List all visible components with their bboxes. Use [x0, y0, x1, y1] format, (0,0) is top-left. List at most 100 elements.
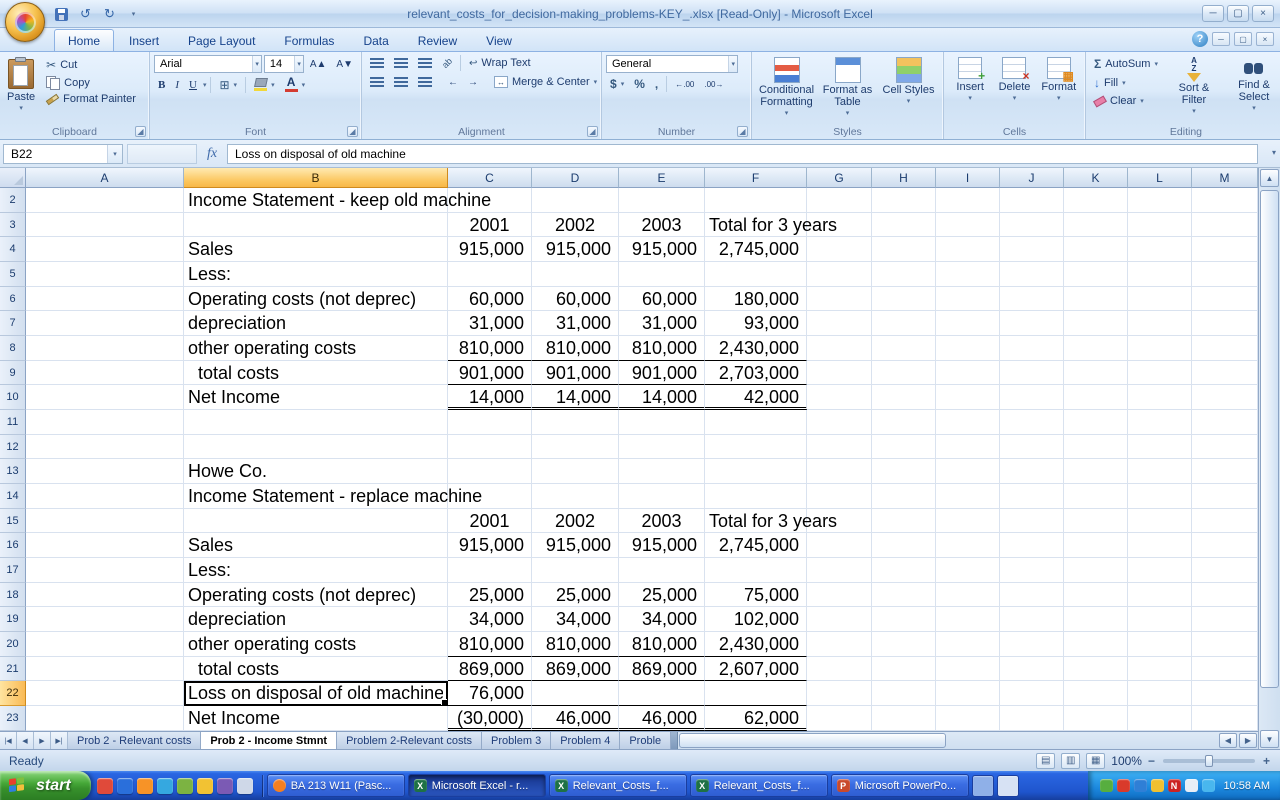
cell-B18[interactable]: Operating costs (not deprec) [184, 583, 448, 608]
cell-I11[interactable] [936, 410, 1000, 435]
cell-I15[interactable] [936, 509, 1000, 534]
cell-K13[interactable] [1064, 459, 1128, 484]
cell-E12[interactable] [619, 435, 705, 460]
minimize-button[interactable]: ─ [1202, 5, 1224, 22]
cell-C11[interactable] [448, 410, 532, 435]
cell-F23[interactable]: 62,000 [705, 706, 807, 731]
quick-launch-icon-6[interactable] [197, 778, 213, 794]
cell-D21[interactable]: 869,000 [532, 657, 619, 682]
cell-H16[interactable] [872, 533, 936, 558]
cell-I23[interactable] [936, 706, 1000, 731]
cell-I8[interactable] [936, 336, 1000, 361]
cell-C19[interactable]: 34,000 [448, 607, 532, 632]
tray-icon-3[interactable] [1134, 779, 1147, 792]
workbook-restore-button[interactable]: ▢ [1234, 32, 1252, 46]
row-header-15[interactable]: 15 [0, 509, 26, 534]
cell-B9[interactable]: total costs [184, 361, 448, 386]
cell-F12[interactable] [705, 435, 807, 460]
cell-I19[interactable] [936, 607, 1000, 632]
increase-indent-button[interactable]: → [464, 76, 482, 89]
cell-E10[interactable]: 14,000 [619, 385, 705, 410]
cell-D8[interactable]: 810,000 [532, 336, 619, 361]
cell-A8[interactable] [26, 336, 184, 361]
cell-M10[interactable] [1192, 385, 1258, 410]
cell-H7[interactable] [872, 311, 936, 336]
cell-D5[interactable] [532, 262, 619, 287]
borders-button[interactable]: ⊞▾ [215, 77, 241, 93]
quick-launch-icon-3[interactable] [137, 778, 153, 794]
cell-A7[interactable] [26, 311, 184, 336]
paste-button[interactable]: Paste ▾ [4, 55, 38, 117]
cell-B8[interactable]: other operating costs [184, 336, 448, 361]
cell-G20[interactable] [807, 632, 872, 657]
cell-D6[interactable]: 60,000 [532, 287, 619, 312]
cell-C10[interactable]: 14,000 [448, 385, 532, 410]
cell-H23[interactable] [872, 706, 936, 731]
cell-C8[interactable]: 810,000 [448, 336, 532, 361]
cell-K14[interactable] [1064, 484, 1128, 509]
row-header-5[interactable]: 5 [0, 262, 26, 287]
taskbar-mini-button-1[interactable] [972, 775, 994, 797]
font-color-button[interactable]: A▾ [281, 76, 310, 93]
tab-review[interactable]: Review [404, 29, 471, 51]
quick-launch-icon-1[interactable] [97, 778, 113, 794]
cell-H15[interactable] [872, 509, 936, 534]
cell-L9[interactable] [1128, 361, 1192, 386]
cell-I3[interactable] [936, 213, 1000, 238]
cell-L18[interactable] [1128, 583, 1192, 608]
cell-F13[interactable] [705, 459, 807, 484]
quick-launch-icon-4[interactable] [157, 778, 173, 794]
row-header-6[interactable]: 6 [0, 287, 26, 312]
column-header-K[interactable]: K [1064, 168, 1128, 188]
sheet-tab-problem-3[interactable]: Problem 3 [482, 732, 551, 749]
cell-H13[interactable] [872, 459, 936, 484]
cell-H4[interactable] [872, 237, 936, 262]
select-all-button[interactable] [0, 168, 26, 188]
row-header-19[interactable]: 19 [0, 607, 26, 632]
cell-H19[interactable] [872, 607, 936, 632]
column-header-A[interactable]: A [26, 168, 184, 188]
cell-A14[interactable] [26, 484, 184, 509]
cell-B3[interactable] [184, 213, 448, 238]
cell-I21[interactable] [936, 657, 1000, 682]
cell-G9[interactable] [807, 361, 872, 386]
cell-C5[interactable] [448, 262, 532, 287]
cell-A9[interactable] [26, 361, 184, 386]
cell-B20[interactable]: other operating costs [184, 632, 448, 657]
cell-M3[interactable] [1192, 213, 1258, 238]
cell-H2[interactable] [872, 188, 936, 213]
horizontal-scroll-thumb[interactable] [679, 733, 946, 748]
cell-M2[interactable] [1192, 188, 1258, 213]
cell-K4[interactable] [1064, 237, 1128, 262]
cell-A13[interactable] [26, 459, 184, 484]
cell-M23[interactable] [1192, 706, 1258, 731]
cell-I4[interactable] [936, 237, 1000, 262]
cell-J14[interactable] [1000, 484, 1064, 509]
cell-E22[interactable] [619, 681, 705, 706]
cell-M5[interactable] [1192, 262, 1258, 287]
cell-D15[interactable]: 2002 [532, 509, 619, 534]
cell-D16[interactable]: 915,000 [532, 533, 619, 558]
row-header-16[interactable]: 16 [0, 533, 26, 558]
tab-data[interactable]: Data [349, 29, 402, 51]
cell-A11[interactable] [26, 410, 184, 435]
cell-A21[interactable] [26, 657, 184, 682]
cell-L16[interactable] [1128, 533, 1192, 558]
cell-J17[interactable] [1000, 558, 1064, 583]
cell-I7[interactable] [936, 311, 1000, 336]
cell-G8[interactable] [807, 336, 872, 361]
sheet-tab-problem-4[interactable]: Problem 4 [551, 732, 620, 749]
cell-F19[interactable]: 102,000 [705, 607, 807, 632]
cell-K2[interactable] [1064, 188, 1128, 213]
cell-J11[interactable] [1000, 410, 1064, 435]
cell-F5[interactable] [705, 262, 807, 287]
cell-J21[interactable] [1000, 657, 1064, 682]
cell-C15[interactable]: 2001 [448, 509, 532, 534]
cell-D13[interactable] [532, 459, 619, 484]
conditional-formatting-button[interactable]: Conditional Formatting▾ [757, 55, 817, 122]
cell-E18[interactable]: 25,000 [619, 583, 705, 608]
zoom-slider-thumb[interactable] [1205, 755, 1213, 767]
cell-M13[interactable] [1192, 459, 1258, 484]
format-as-table-button[interactable]: Format as Table▾ [818, 55, 878, 122]
cell-C12[interactable] [448, 435, 532, 460]
